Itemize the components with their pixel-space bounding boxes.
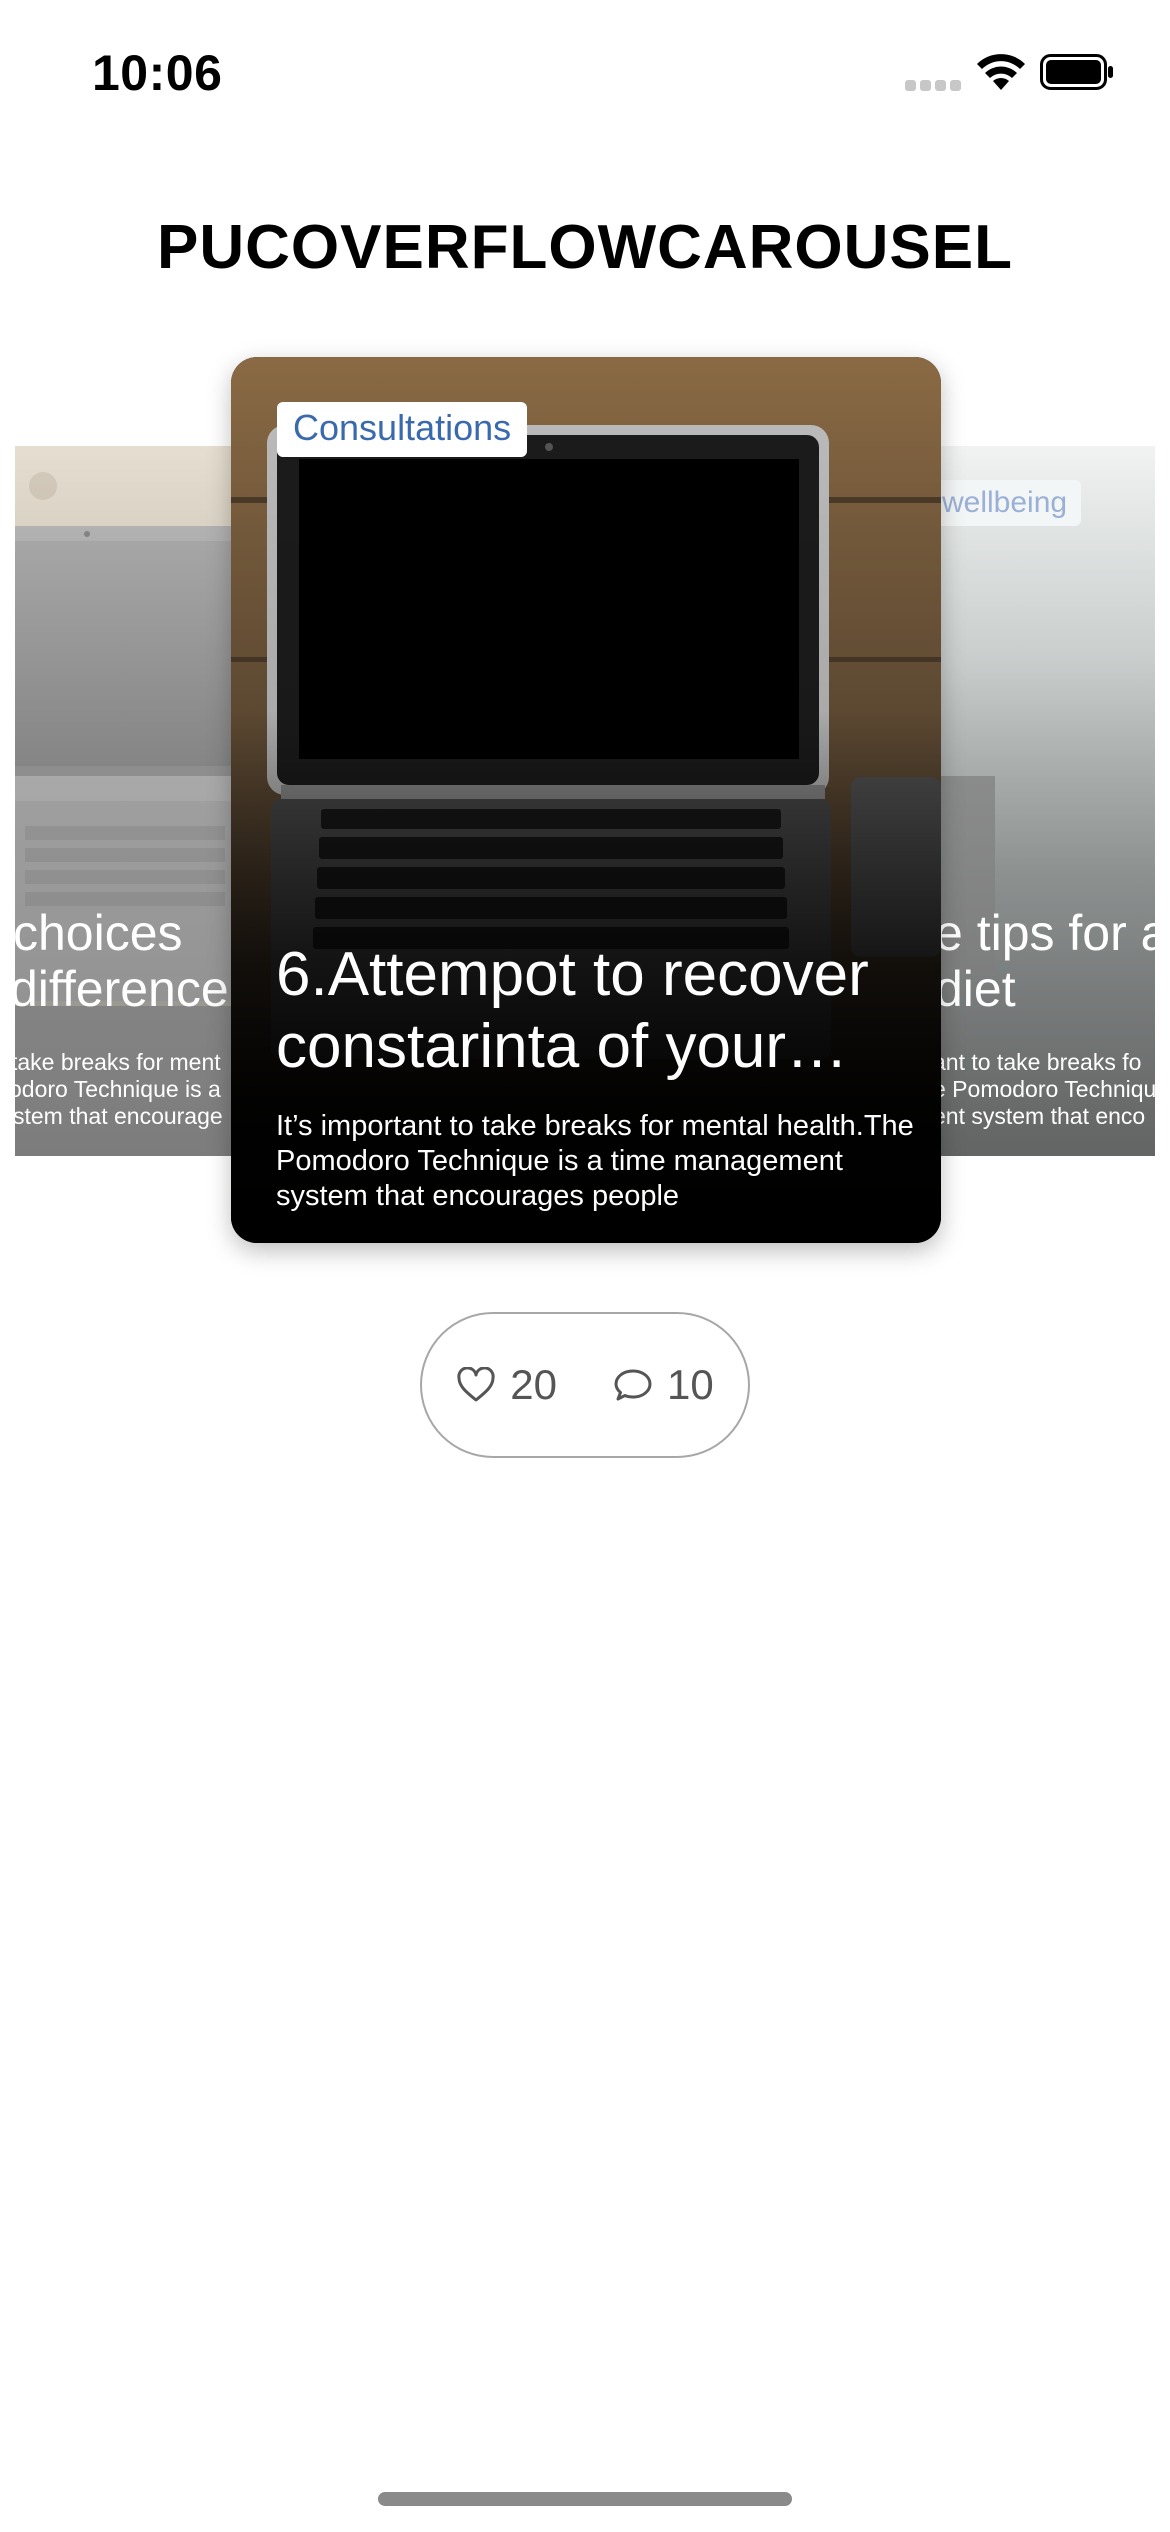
right-card-title-line-2: diet	[935, 961, 1016, 1017]
battery-icon	[1040, 54, 1113, 90]
left-card-body-line-1: take breaks for ment	[15, 1049, 221, 1075]
left-card-body-line-3: stem that encourage	[15, 1103, 223, 1129]
home-indicator[interactable]	[378, 2492, 792, 2506]
card-title: 6.Attempot to recover constarinta of you…	[276, 940, 869, 1081]
likes-stat[interactable]: 20	[456, 1361, 557, 1409]
cellular-signal-icon	[905, 80, 961, 94]
status-time: 10:06	[92, 45, 223, 101]
likes-count: 20	[510, 1361, 557, 1408]
right-card-body-line-3: ent system that enco	[935, 1103, 1146, 1129]
right-card-body-line-1: ant to take breaks fo	[935, 1049, 1142, 1075]
carousel-card-left[interactable]: choices difference take breaks for ment …	[15, 446, 235, 1156]
page-title: PUCOVERFLOWCAROUSEL	[157, 213, 1013, 282]
carousel-card-right[interactable]: l wellbeing e tips for a diet ant to tak…	[935, 446, 1155, 1156]
left-card-body-line-2: odoro Technique is a	[15, 1076, 221, 1102]
carousel-card-main[interactable]: Consultations 6.Attempot to recover cons…	[231, 357, 941, 1243]
card-description: It’s important to take breaks for mental…	[276, 1110, 914, 1212]
engagement-stats: 20 10	[420, 1312, 750, 1458]
left-card-title-line-1: choices	[15, 905, 183, 961]
right-card-body-line-2: e Pomodoro Techniqu	[935, 1076, 1155, 1102]
wifi-icon	[977, 54, 1025, 90]
category-tag: Consultations	[277, 402, 528, 457]
right-card-title-line-1: e tips for a	[935, 905, 1155, 961]
comments-stat[interactable]: 10	[613, 1361, 714, 1409]
heart-icon	[457, 1367, 495, 1402]
right-card-tag: l wellbeing	[935, 480, 1082, 526]
comment-bubble-icon	[614, 1369, 652, 1401]
comments-count: 10	[667, 1361, 714, 1408]
left-card-title-line-2: difference	[15, 961, 229, 1017]
